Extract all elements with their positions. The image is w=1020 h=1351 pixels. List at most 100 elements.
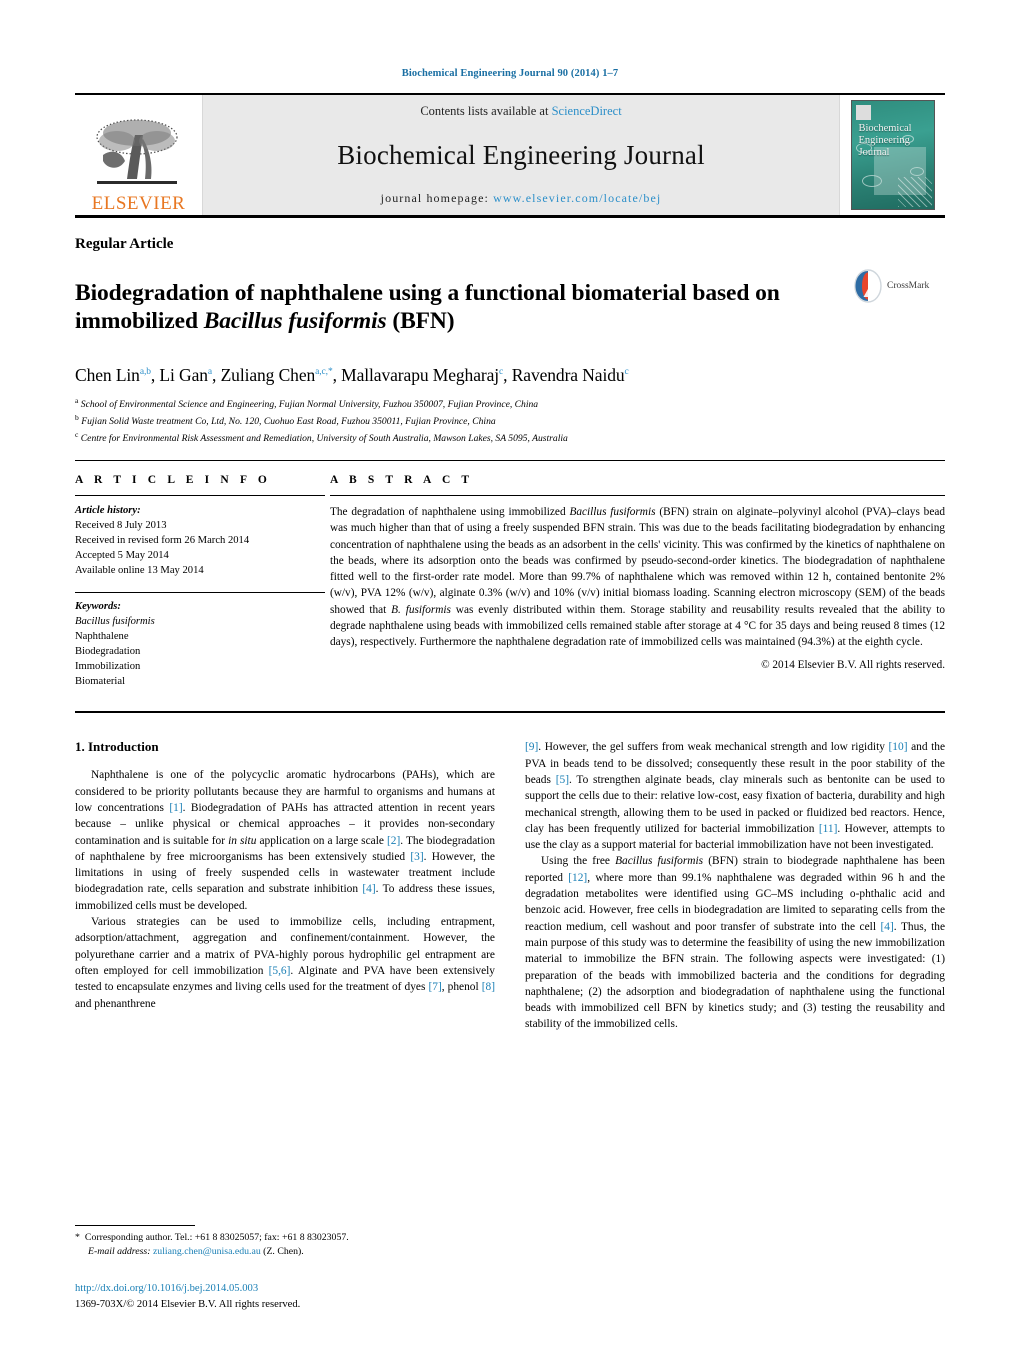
affiliation-item: c Centre for Environmental Risk Assessme…	[75, 429, 945, 446]
affiliation-text: Centre for Environmental Risk Assessment…	[80, 433, 568, 445]
article-category: Regular Article	[75, 236, 174, 252]
citation-ref[interactable]: [1]	[169, 802, 182, 814]
contents-prefix: Contents lists available at	[420, 104, 549, 118]
citation-ref[interactable]: [4]	[881, 921, 894, 933]
affiliation-item: a School of Environmental Science and En…	[75, 395, 945, 412]
page-title: Biodegradation of naphthalene using a fu…	[75, 279, 853, 336]
intro-paragraph-2: Various strategies can be used to immobi…	[75, 914, 495, 1012]
crossmark-label: CrossMark	[887, 281, 930, 291]
title-row: Biodegradation of naphthalene using a fu…	[75, 263, 945, 352]
footnote-email-suffix: (Z. Chen).	[260, 1245, 304, 1257]
abstract-column: A B S T R A C T The degradation of napht…	[325, 474, 945, 689]
keyword-item: Immobilization	[75, 661, 141, 673]
elsevier-tree-icon	[95, 119, 178, 184]
title-species: Bacillus fusiformis	[203, 308, 387, 335]
cover-title-line2: Engineering	[858, 135, 910, 147]
crossmark-badge[interactable]: CrossMark	[853, 263, 945, 303]
seg: application on a large scale	[256, 834, 387, 847]
cover-image: Biochemical Engineering Journal	[850, 100, 935, 210]
footnote-email-label: E-mail address:	[88, 1245, 151, 1257]
article-history: Article history: Received 8 July 2013 Re…	[75, 503, 325, 578]
keyword-item: Biodegradation	[75, 646, 141, 658]
abstract-species1: Bacillus fusiformis	[569, 506, 656, 519]
citation-ref[interactable]: [5]	[556, 774, 569, 786]
citation-ref[interactable]: [4]	[362, 883, 375, 895]
history-item: Received 8 July 2013	[75, 520, 167, 532]
doi-link[interactable]: http://dx.doi.org/10.1016/j.bej.2014.05.…	[75, 1281, 300, 1297]
journal-cover-thumbnail: Biochemical Engineering Journal	[839, 95, 945, 215]
citation-ref[interactable]: [12]	[568, 872, 587, 884]
affiliation-marker: a	[75, 395, 79, 405]
cover-title-line3: Journal	[858, 147, 890, 159]
abstract-text: The degradation of naphthalene using imm…	[330, 504, 945, 650]
abstract-heading: A B S T R A C T	[330, 474, 474, 487]
elsevier-wordmark: ELSEVIER	[91, 193, 186, 214]
cover-title: Biochemical Engineering Journal	[859, 123, 929, 159]
abstract-bottom-rule	[75, 711, 945, 714]
journal-band: Contents lists available at ScienceDirec…	[203, 95, 839, 215]
footnote-email-line: E-mail address: zuliang.chen@unisa.edu.a…	[75, 1245, 495, 1259]
affiliation-marker: b	[75, 412, 79, 422]
elsevier-logo: ELSEVIER	[75, 95, 203, 215]
citation-ref[interactable]: [3]	[410, 851, 423, 863]
masthead-bottom-rule	[75, 215, 945, 218]
sciencedirect-link[interactable]: ScienceDirect	[552, 104, 622, 118]
seg: . However, the gel suffers from weak mec…	[538, 741, 889, 754]
citation-ref[interactable]: [8]	[482, 981, 495, 993]
seg: , phenol	[441, 981, 482, 994]
footnote-marker: *	[75, 1231, 80, 1243]
body-column-left: 1. Introduction Naphthalene is one of th…	[75, 739, 495, 1032]
body-columns: 1. Introduction Naphthalene is one of th…	[75, 739, 945, 1032]
info-top-rule	[75, 460, 945, 462]
citation-ref[interactable]: [9]	[525, 741, 538, 753]
affiliation-text: School of Environmental Science and Engi…	[80, 398, 539, 410]
author-list: Chen Lina,b, Li Gana, Zuliang Chena,c,*,…	[75, 364, 629, 385]
section-heading-introduction: 1. Introduction	[75, 739, 159, 755]
title-part2: (BFN)	[386, 308, 455, 335]
history-item: Available online 13 May 2014	[75, 565, 204, 577]
keyword-item: Naphthalene	[75, 631, 129, 643]
seg: and phenanthrene	[75, 997, 156, 1010]
citation-ref[interactable]: [2]	[387, 835, 400, 847]
keywords-block: Keywords: Bacillus fusiformis Naphthalen…	[75, 599, 325, 689]
citation-ref[interactable]: [7]	[428, 981, 441, 993]
affiliation-item: b Fujian Solid Waste treatment Co, Ltd, …	[75, 412, 945, 429]
seg-italic: Bacillus fusiformis	[615, 855, 704, 868]
abstract-seg2: (BFN) strain on alginate–polyvinyl alcoh…	[330, 506, 946, 616]
history-item: Accepted 5 May 2014	[75, 550, 169, 562]
citation-ref[interactable]: [10]	[889, 741, 908, 753]
citation-ref[interactable]: [5,6]	[269, 965, 291, 977]
info-abstract-row: A R T I C L E I N F O Article history: R…	[75, 474, 945, 689]
keyword-item: Bacillus fusiformis	[75, 616, 155, 628]
article-info-rule	[75, 495, 325, 497]
footnote-email-link[interactable]: zuliang.chen@unisa.edu.au	[153, 1246, 261, 1257]
homepage-url-link[interactable]: www.elsevier.com/locate/bej	[493, 191, 661, 205]
issn-copyright: 1369-703X/© 2014 Elsevier B.V. All right…	[75, 1299, 301, 1311]
article-info-column: A R T I C L E I N F O Article history: R…	[75, 474, 325, 689]
homepage-line: journal homepage: www.elsevier.com/locat…	[381, 191, 662, 206]
homepage-prefix: journal homepage:	[380, 191, 489, 205]
abstract-rule	[330, 495, 945, 497]
intro-paragraph-1: Naphthalene is one of the polycyclic aro…	[75, 767, 495, 914]
footnote-corresponding-line: * Corresponding author. Tel.: +61 8 83025…	[75, 1231, 495, 1245]
running-head: Biochemical Engineering Journal 90 (2014…	[401, 68, 619, 79]
citation-ref[interactable]: [11]	[819, 823, 838, 835]
journal-masthead: ELSEVIER Contents lists available at Sci…	[75, 93, 945, 215]
journal-title: Biochemical Engineering Journal	[337, 139, 705, 170]
footnote-rule	[75, 1224, 195, 1226]
cover-hatching	[897, 177, 932, 207]
article-info-heading: A R T I C L E I N F O	[75, 474, 271, 487]
paper-page: Biochemical Engineering Journal 90 (2014…	[0, 0, 1020, 1351]
seg: Using the free	[540, 855, 616, 868]
affiliation-list: a School of Environmental Science and En…	[75, 395, 945, 446]
footnote-corresponding-text: Corresponding author. Tel.: +61 8 830250…	[84, 1231, 349, 1243]
abstract-species2: B. fusiformis	[391, 603, 451, 616]
seg: . Thus, the main purpose of this study w…	[525, 920, 945, 1031]
article-history-heading: Article history:	[75, 505, 141, 517]
abstract-copyright: © 2014 Elsevier B.V. All rights reserved…	[761, 659, 945, 672]
affiliation-marker: c	[75, 429, 79, 439]
body-column-right: [9]. However, the gel suffers from weak …	[525, 739, 945, 1032]
seg-italic: in situ	[228, 834, 257, 847]
crossmark-icon	[853, 269, 883, 303]
keyword-item: Biomaterial	[75, 676, 126, 688]
